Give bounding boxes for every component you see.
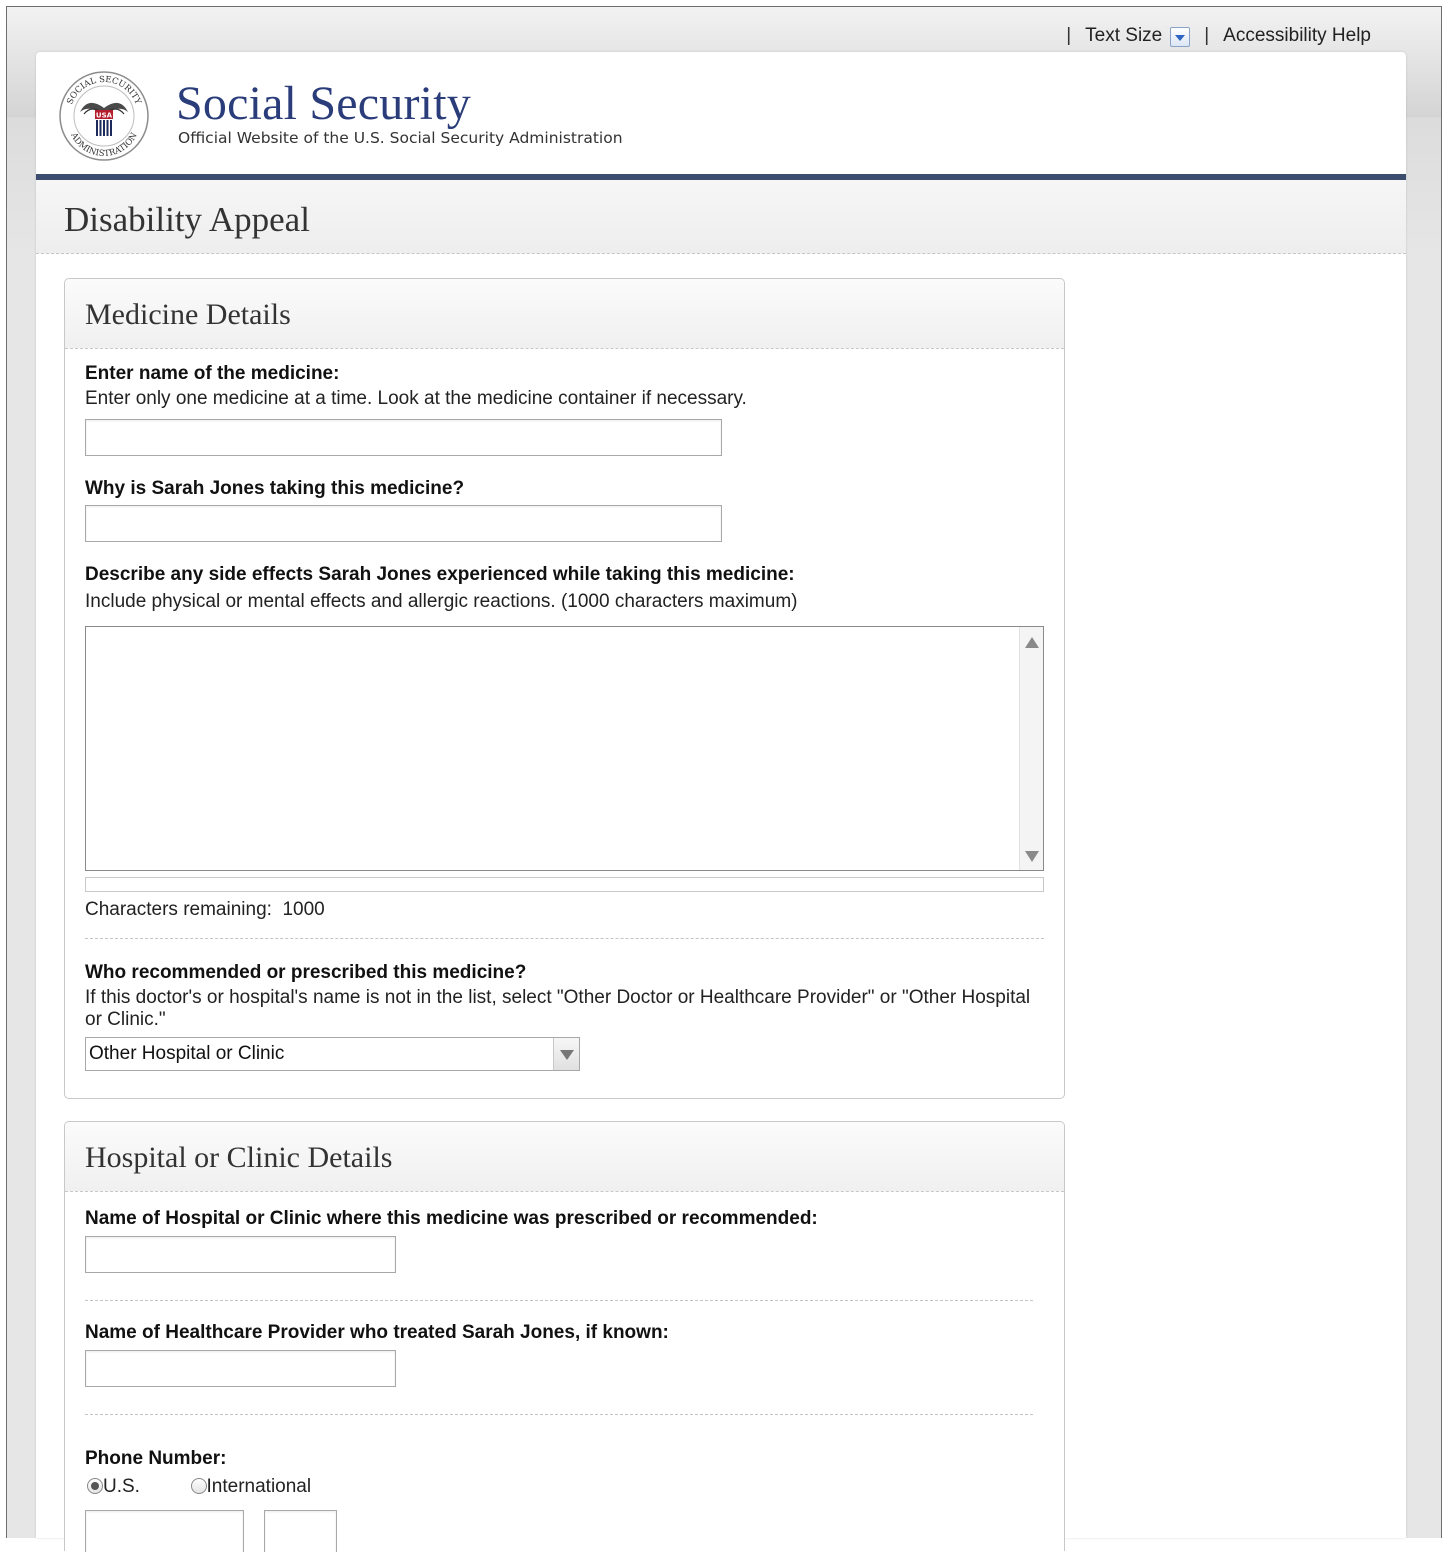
- phone-number-input[interactable]: [85, 1510, 244, 1552]
- radio-international[interactable]: [190, 1478, 207, 1494]
- radio-international-label[interactable]: International: [207, 1476, 312, 1497]
- section-divider: [85, 1300, 1033, 1301]
- side-effects-label: Describe any side effects Sarah Jones ex…: [85, 564, 795, 585]
- phone-extension-input[interactable]: [264, 1510, 337, 1552]
- provider-name-input[interactable]: [85, 1350, 396, 1387]
- text-size-dropdown-icon[interactable]: [1170, 27, 1191, 47]
- seal-center-text: USA: [96, 112, 113, 120]
- page-title-bar: Disability Appeal: [36, 180, 1406, 254]
- prescriber-label: Who recommended or prescribed this medic…: [85, 962, 527, 983]
- utility-nav: | Text Size | Accessibility Help: [1052, 24, 1371, 48]
- medicine-name-label: Enter name of the medicine:: [85, 363, 340, 384]
- provider-name-label: Name of Healthcare Provider who treated …: [85, 1322, 669, 1343]
- panel-header: Medicine Details: [65, 279, 1064, 349]
- characters-remaining: Characters remaining: 1000: [85, 899, 325, 921]
- site-subtitle: Official Website of the U.S. Social Secu…: [178, 129, 623, 147]
- characters-remaining-label: Characters remaining:: [85, 899, 272, 920]
- ssa-seal-logo[interactable]: SOCIAL SECURITY ADMINISTRATION USA: [58, 70, 150, 162]
- medicine-name-input[interactable]: [85, 419, 722, 456]
- hospital-details-panel: Hospital or Clinic Details Name of Hospi…: [64, 1121, 1065, 1552]
- hospital-details-heading: Hospital or Clinic Details: [85, 1141, 393, 1174]
- page-title: Disability Appeal: [64, 200, 310, 239]
- text-size-link[interactable]: Text Size: [1085, 25, 1162, 47]
- prescriber-help: If this doctor's or hospital's name is n…: [85, 987, 1031, 1030]
- scroll-down-arrow-icon[interactable]: [1025, 851, 1039, 862]
- chevron-down-icon[interactable]: [553, 1038, 579, 1070]
- site-title[interactable]: Social Security: [176, 76, 471, 131]
- scroll-up-arrow-icon[interactable]: [1025, 637, 1039, 648]
- site-header: SOCIAL SECURITY ADMINISTRATION USA Socia…: [36, 52, 1406, 180]
- radio-us-label[interactable]: U.S.: [103, 1476, 140, 1497]
- page-container: SOCIAL SECURITY ADMINISTRATION USA Socia…: [36, 52, 1406, 1552]
- phone-type-radio-group: U.S. International: [87, 1476, 311, 1498]
- section-divider: [85, 1414, 1033, 1415]
- utility-separator: |: [1204, 25, 1210, 46]
- section-divider: [85, 938, 1044, 939]
- prescriber-selected-value: Other Hospital or Clinic: [89, 1043, 285, 1064]
- hospital-name-input[interactable]: [85, 1236, 396, 1273]
- medicine-details-heading: Medicine Details: [85, 298, 291, 331]
- reason-label: Why is Sarah Jones taking this medicine?: [85, 478, 465, 499]
- characters-remaining-value: 1000: [282, 899, 325, 920]
- utility-separator: |: [1066, 25, 1072, 46]
- textarea-scrollbar[interactable]: [1019, 627, 1043, 870]
- phone-label: Phone Number:: [85, 1448, 227, 1469]
- radio-us[interactable]: [87, 1478, 103, 1494]
- accessibility-help-link[interactable]: Accessibility Help: [1223, 25, 1371, 47]
- medicine-details-panel: Medicine Details Enter name of the medic…: [64, 278, 1065, 1099]
- panel-header: Hospital or Clinic Details: [65, 1122, 1064, 1192]
- side-effects-help: Include physical or mental effects and a…: [85, 591, 798, 612]
- side-effects-textarea[interactable]: [85, 626, 1044, 871]
- medicine-name-help: Enter only one medicine at a time. Look …: [85, 388, 747, 409]
- hospital-name-label: Name of Hospital or Clinic where this me…: [85, 1208, 818, 1229]
- character-count-bar: [85, 877, 1044, 892]
- prescriber-select[interactable]: Other Hospital or Clinic: [85, 1037, 580, 1071]
- reason-input[interactable]: [85, 505, 722, 542]
